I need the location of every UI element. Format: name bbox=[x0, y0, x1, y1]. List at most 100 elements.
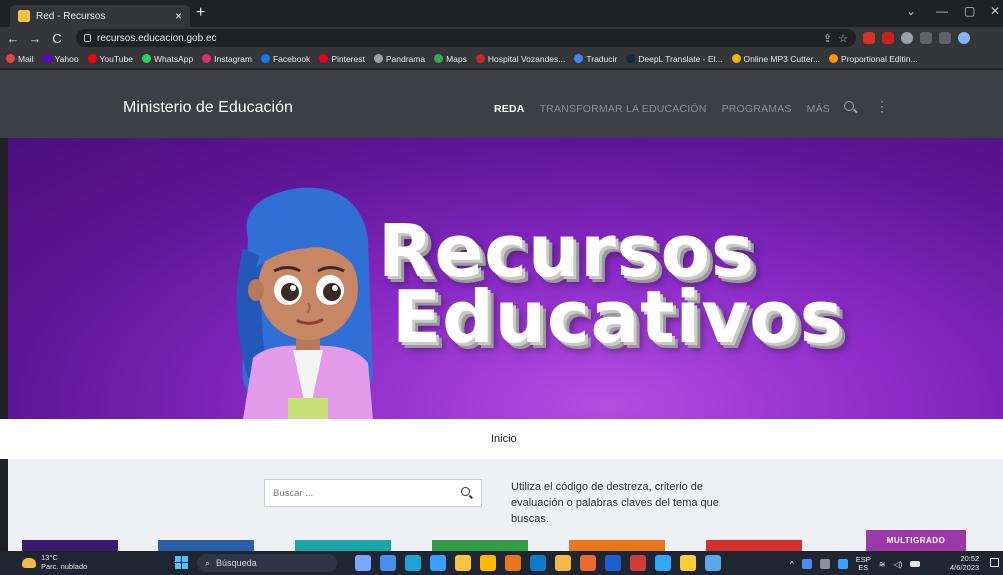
taskbar-app-icon[interactable] bbox=[430, 555, 446, 571]
taskbar-search-label: Búsqueda bbox=[216, 558, 257, 568]
taskbar-app-icon[interactable] bbox=[405, 555, 421, 571]
bookmark-item[interactable]: Facebook bbox=[260, 54, 310, 64]
tab-search-icon[interactable]: ⌄ bbox=[906, 4, 916, 18]
new-tab-button[interactable]: + bbox=[196, 4, 205, 22]
taskbar-app-icon[interactable] bbox=[705, 555, 721, 571]
category-card[interactable] bbox=[569, 540, 665, 551]
bookmark-item[interactable]: Hospital Vozandes... bbox=[475, 53, 566, 64]
bookmark-favicon-icon bbox=[731, 54, 741, 63]
reading-list-icon[interactable] bbox=[920, 32, 932, 44]
bookmark-label: Hospital Vozandes... bbox=[487, 53, 566, 64]
bookmark-label: Pandrama bbox=[385, 53, 426, 64]
taskbar-app-icon[interactable] bbox=[605, 555, 621, 571]
bookmark-favicon-icon bbox=[434, 54, 444, 63]
search-icon[interactable] bbox=[461, 487, 473, 499]
taskbar-app-icon[interactable] bbox=[580, 555, 596, 571]
maximize-button[interactable]: ▢ bbox=[964, 4, 975, 18]
bookmark-item[interactable]: Proportional Editin... bbox=[829, 54, 918, 64]
extensions-puzzle-icon[interactable] bbox=[901, 32, 913, 44]
breadcrumb[interactable]: Inicio bbox=[491, 433, 517, 445]
browser-tab[interactable]: Red - Recursos × bbox=[10, 5, 190, 27]
taskbar-app-icon[interactable] bbox=[655, 555, 671, 571]
tab-close-icon[interactable]: × bbox=[175, 9, 182, 23]
menu-item-reda[interactable]: REDA bbox=[494, 103, 525, 115]
bookmark-favicon-icon bbox=[319, 54, 329, 63]
taskbar-app-icon[interactable] bbox=[505, 555, 521, 571]
card-multigrado[interactable]: MULTIGRADO bbox=[866, 530, 966, 551]
bookmark-item[interactable]: WhatsApp bbox=[141, 54, 193, 64]
volume-icon[interactable]: ◁) bbox=[893, 560, 902, 569]
battery-icon[interactable] bbox=[910, 561, 921, 567]
taskbar-apps bbox=[355, 555, 721, 571]
close-window-button[interactable]: ✕ bbox=[990, 4, 1000, 18]
search-input[interactable] bbox=[273, 487, 461, 499]
taskbar-app-icon[interactable] bbox=[555, 555, 571, 571]
forward-icon[interactable]: → bbox=[26, 31, 44, 46]
bookmark-favicon-icon bbox=[6, 54, 15, 63]
bookmark-item[interactable]: Instagram bbox=[202, 54, 252, 64]
search-section: Utiliza el código de destreza, criterio … bbox=[8, 459, 1003, 551]
extension-icon[interactable] bbox=[882, 32, 894, 44]
bookmark-item[interactable]: Pinterest bbox=[319, 54, 365, 64]
category-card[interactable] bbox=[295, 540, 391, 551]
more-vert-icon[interactable]: ⋮ bbox=[875, 98, 889, 115]
bookmark-item[interactable]: Pandrama bbox=[373, 53, 426, 64]
wifi-icon[interactable]: ≋ bbox=[879, 560, 886, 569]
bookmarks-bar: Mail Yahoo YouTube WhatsApp Instagram Faceboo… bbox=[0, 49, 1003, 69]
reload-icon[interactable]: C bbox=[48, 31, 66, 46]
language-indicator[interactable]: ESP ES bbox=[856, 556, 871, 572]
taskbar-app-icon[interactable] bbox=[455, 555, 471, 571]
bookmark-item[interactable]: Maps bbox=[434, 54, 467, 64]
notifications-icon[interactable] bbox=[990, 558, 999, 567]
taskbar-app-icon[interactable] bbox=[480, 555, 496, 571]
share-icon[interactable]: ⇪ bbox=[823, 32, 832, 45]
weather-widget[interactable]: 13°C Parc. nublado bbox=[22, 553, 87, 571]
tray-app-icon[interactable] bbox=[819, 559, 830, 569]
bookmark-label: Proportional Editin... bbox=[841, 53, 918, 64]
taskbar-app-icon[interactable] bbox=[530, 555, 546, 571]
profile-avatar[interactable] bbox=[958, 32, 970, 44]
taskbar-app-icon[interactable] bbox=[680, 555, 696, 571]
main-menu: REDA TRANSFORMAR LA EDUCACIÓN PROGRAMAS … bbox=[494, 103, 830, 115]
bookmark-item[interactable]: Traducir bbox=[574, 54, 617, 64]
search-icon[interactable] bbox=[843, 100, 857, 114]
taskbar-search[interactable]: ⌕ Búsqueda bbox=[197, 554, 337, 572]
bookmark-label: Yahoo bbox=[54, 53, 79, 64]
extension-icon[interactable] bbox=[863, 32, 875, 44]
bookmark-label: DeepL Translate - El... bbox=[638, 53, 723, 64]
bookmark-label: YouTube bbox=[99, 53, 133, 64]
side-panel-icon[interactable] bbox=[939, 32, 951, 44]
taskbar-app-icon[interactable] bbox=[380, 555, 396, 571]
back-icon[interactable]: ← bbox=[4, 31, 22, 46]
bookmark-item[interactable]: Online MP3 Cutter... bbox=[731, 54, 820, 64]
taskbar-app-icon[interactable] bbox=[630, 555, 646, 571]
chevron-up-icon[interactable]: ^ bbox=[790, 560, 794, 569]
bookmark-star-icon[interactable]: ☆ bbox=[838, 32, 848, 45]
tray-app-icon[interactable] bbox=[837, 559, 848, 569]
address-bar[interactable]: recursos.educacion.gob.ec ⇪ ☆ bbox=[76, 29, 856, 47]
menu-item-mas[interactable]: MÁS bbox=[807, 103, 830, 115]
bookmark-favicon-icon bbox=[87, 54, 97, 63]
site-brand[interactable]: Ministerio de Educación bbox=[123, 99, 293, 117]
category-card[interactable] bbox=[432, 540, 528, 551]
minimize-button[interactable]: — bbox=[936, 4, 948, 18]
windows-start-icon[interactable] bbox=[175, 556, 188, 569]
taskbar-app-icon[interactable] bbox=[355, 555, 371, 571]
clock-date: 4/6/2023 bbox=[950, 563, 980, 572]
search-help-text: Utiliza el código de destreza, criterio … bbox=[511, 481, 719, 525]
onedrive-icon[interactable] bbox=[801, 559, 812, 569]
bookmark-favicon-icon bbox=[202, 54, 212, 63]
bookmark-item[interactable]: DeepL Translate - El... bbox=[626, 53, 723, 64]
bookmark-favicon-icon bbox=[373, 54, 383, 63]
bookmark-item[interactable]: Yahoo bbox=[42, 53, 79, 64]
bookmark-item[interactable]: YouTube bbox=[87, 53, 133, 64]
menu-item-programas[interactable]: PROGRAMAS bbox=[722, 103, 792, 115]
lock-icon bbox=[84, 34, 91, 42]
category-card[interactable] bbox=[706, 540, 802, 551]
category-card[interactable] bbox=[158, 540, 254, 551]
clock[interactable]: 20:52 4/6/2023 bbox=[950, 554, 979, 572]
category-cards: MULTIGRADO bbox=[8, 530, 1003, 551]
bookmark-item[interactable]: Mail bbox=[6, 54, 34, 64]
category-card[interactable] bbox=[22, 540, 118, 551]
menu-item-transformar[interactable]: TRANSFORMAR LA EDUCACIÓN bbox=[540, 103, 707, 115]
